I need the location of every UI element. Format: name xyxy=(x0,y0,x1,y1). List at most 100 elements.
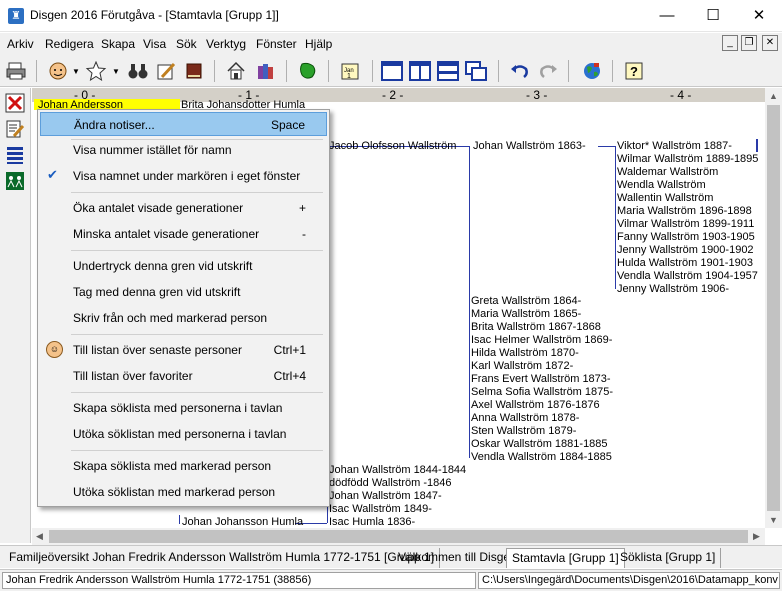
list-item[interactable]: Karl Wallström 1872- xyxy=(471,360,573,373)
menu-item-oka-generationer[interactable]: Öka antalet visade generationer + xyxy=(40,196,327,220)
list-item[interactable]: Fanny Wallström 1903-1905 xyxy=(617,231,755,244)
tab-soklista[interactable]: Söklista [Grupp 1] xyxy=(615,548,722,568)
scroll-up-icon[interactable]: ▲ xyxy=(769,91,778,101)
horizontal-scroll-thumb[interactable] xyxy=(49,530,748,543)
menu-item-utoka-soklista-tavlan[interactable]: Utöka söklistan med personerna i tavlan xyxy=(40,422,327,446)
redo-icon[interactable] xyxy=(536,59,560,83)
person-gen3[interactable]: Johan Wallström 1863- xyxy=(473,140,586,153)
list-item[interactable]: Johan Wallström 1844-1844 xyxy=(329,464,466,477)
book-icon[interactable] xyxy=(182,59,206,83)
layout-cascade-icon[interactable] xyxy=(464,59,488,83)
menu-item-minska-generationer[interactable]: Minska antalet visade generationer - xyxy=(40,222,327,246)
menu-item-senaste-personer[interactable]: ☺ Till listan över senaste personer Ctrl… xyxy=(40,338,327,362)
maximize-button[interactable]: ☐ xyxy=(690,0,736,32)
globe-icon[interactable] xyxy=(580,59,604,83)
binoculars-icon[interactable] xyxy=(126,59,150,83)
books-icon[interactable] xyxy=(254,59,278,83)
mdi-minimize-icon[interactable]: _ xyxy=(722,35,738,51)
family-tree-icon[interactable] xyxy=(4,170,26,192)
tab-familjeoversikt[interactable]: Familjeöversikt Johan Fredrik Andersson … xyxy=(4,548,441,568)
status-data-path: C:\Users\Ingegärd\Documents\Disgen\2016\… xyxy=(478,572,780,589)
menu-item-utoka-soklista-markerad[interactable]: Utöka söklistan med markerad person xyxy=(40,480,327,504)
list-item[interactable]: Jenny Wallström 1906- xyxy=(617,283,729,296)
list-item[interactable]: Maria Wallström 1865- xyxy=(471,308,581,321)
person-dropdown-icon[interactable]: ▼ xyxy=(72,67,80,76)
list-item[interactable]: Wilmar Wallström 1889-1895 xyxy=(617,153,758,166)
menu-sok[interactable]: Sök xyxy=(176,37,197,51)
menu-item-skriv-fran[interactable]: Skriv från och med markerad person xyxy=(40,306,327,330)
vertical-scrollbar[interactable]: ▲ ▼ xyxy=(765,88,782,528)
list-item[interactable]: Wendla Wallström xyxy=(617,179,706,192)
scroll-down-icon[interactable]: ▼ xyxy=(769,515,778,525)
list-item[interactable]: Maria Wallström 1896-1898 xyxy=(617,205,752,218)
minimize-button[interactable]: — xyxy=(644,0,690,32)
list-item[interactable]: Vendla Wallström 1884-1885 xyxy=(471,451,612,464)
list-item[interactable]: Oskar Wallström 1881-1885 xyxy=(471,438,608,451)
print-icon[interactable] xyxy=(4,59,28,83)
list-item[interactable]: Greta Wallström 1864- xyxy=(471,295,581,308)
delete-icon[interactable] xyxy=(4,92,26,114)
list-item[interactable]: dödfödd Wallström -1846 xyxy=(329,477,452,490)
app-icon[interactable]: ♜ xyxy=(8,8,24,24)
map-icon[interactable] xyxy=(296,59,320,83)
list-item[interactable]: Frans Evert Wallström 1873- xyxy=(471,373,611,386)
help-icon[interactable]: ? xyxy=(622,59,646,83)
menu-item-andra-notiser[interactable]: Ändra notiser... Space xyxy=(40,112,327,136)
menu-item-visa-namnet[interactable]: ✔ Visa namnet under markören i eget föns… xyxy=(40,164,327,188)
menu-skapa[interactable]: Skapa xyxy=(101,37,135,51)
mdi-restore-icon[interactable]: ❐ xyxy=(741,35,757,51)
person-icon[interactable] xyxy=(46,59,70,83)
list-item[interactable]: Sten Wallström 1879- xyxy=(471,425,576,438)
calendar-icon[interactable]: Jan 1 xyxy=(338,59,362,83)
menu-item-skapa-soklista-markerad[interactable]: Skapa söklista med markerad person xyxy=(40,454,327,478)
menu-verktyg[interactable]: Verktyg xyxy=(206,37,246,51)
layout-single-icon[interactable] xyxy=(380,59,404,83)
list-item[interactable]: Hulda Wallström 1901-1903 xyxy=(617,257,753,270)
menu-item-visa-nummer[interactable]: Visa nummer istället för namn xyxy=(40,138,327,162)
menu-hjalp[interactable]: Hjälp xyxy=(305,37,332,51)
list-item[interactable]: Johan Wallström 1847- xyxy=(329,490,442,503)
mdi-close-icon[interactable]: ✕ xyxy=(762,35,778,51)
edit-icon[interactable] xyxy=(4,118,26,140)
menu-arkiv[interactable]: Arkiv xyxy=(7,37,34,51)
list-item[interactable]: Brita Wallström 1867-1868 xyxy=(471,321,601,334)
list-item[interactable]: Isac Helmer Wallström 1869- xyxy=(471,334,612,347)
home-icon[interactable] xyxy=(224,59,248,83)
list-item[interactable]: Axel Wallström 1876-1876 xyxy=(471,399,600,412)
layout-vertical-split-icon[interactable] xyxy=(408,59,432,83)
list-item[interactable]: Wallentin Wallström xyxy=(617,192,713,205)
scroll-right-icon[interactable]: ▶ xyxy=(753,531,760,542)
list-item[interactable]: Hilda Wallström 1870- xyxy=(471,347,579,360)
list-item[interactable]: Isac Wallström 1849- xyxy=(329,503,432,516)
list-item[interactable]: Waldemar Wallström xyxy=(617,166,718,179)
list-item[interactable]: Vilmar Wallström 1899-1911 xyxy=(617,218,754,231)
menu-item-undertryck-gren[interactable]: Undertryck denna gren vid utskrift xyxy=(40,254,327,278)
person-gen2-bottom[interactable]: Isac Humla 1836- xyxy=(329,516,415,528)
list-item[interactable]: Selma Sofia Wallström 1875- xyxy=(471,386,613,399)
favorite-dropdown-icon[interactable]: ▼ xyxy=(112,67,120,76)
person-gen2[interactable]: Jacob Olofsson Wallström xyxy=(329,140,456,153)
menu-fonster[interactable]: Fönster xyxy=(256,37,297,51)
menu-visa[interactable]: Visa xyxy=(143,37,166,51)
edit-note-icon[interactable] xyxy=(154,59,178,83)
list-icon[interactable] xyxy=(4,144,26,166)
menu-item-skapa-soklista-tavlan[interactable]: Skapa söklista med personerna i tavlan xyxy=(40,396,327,420)
menu-item-tag-med-gren[interactable]: Tag med denna gren vid utskrift xyxy=(40,280,327,304)
list-item[interactable]: Anna Wallström 1878- xyxy=(471,412,579,425)
list-item[interactable]: Vendla Wallström 1904-1957 xyxy=(617,270,758,283)
horizontal-scrollbar[interactable]: ◀ ▶ xyxy=(32,528,765,545)
list-item[interactable]: Jenny Wallström 1900-1902 xyxy=(617,244,754,257)
person-gen1-bottom[interactable]: Johan Johansson Humla xyxy=(182,516,303,528)
menu-redigera[interactable]: Redigera xyxy=(45,37,94,51)
vertical-scroll-thumb[interactable] xyxy=(767,105,780,511)
generation-4-label: - 4 - xyxy=(670,88,692,102)
tab-stamtavla[interactable]: Stamtavla [Grupp 1] xyxy=(506,548,625,568)
scroll-left-icon[interactable]: ◀ xyxy=(36,531,43,542)
tab-valkommen[interactable]: Välkommen till Disgen xyxy=(393,548,523,568)
layout-horizontal-split-icon[interactable] xyxy=(436,59,460,83)
undo-icon[interactable] xyxy=(508,59,532,83)
list-item[interactable]: Viktor* Wallström 1887- xyxy=(617,140,732,153)
menu-item-favoriter[interactable]: Till listan över favoriter Ctrl+4 xyxy=(40,364,327,388)
favorite-person-icon[interactable] xyxy=(84,59,108,83)
close-button[interactable]: ✕ xyxy=(736,0,782,32)
